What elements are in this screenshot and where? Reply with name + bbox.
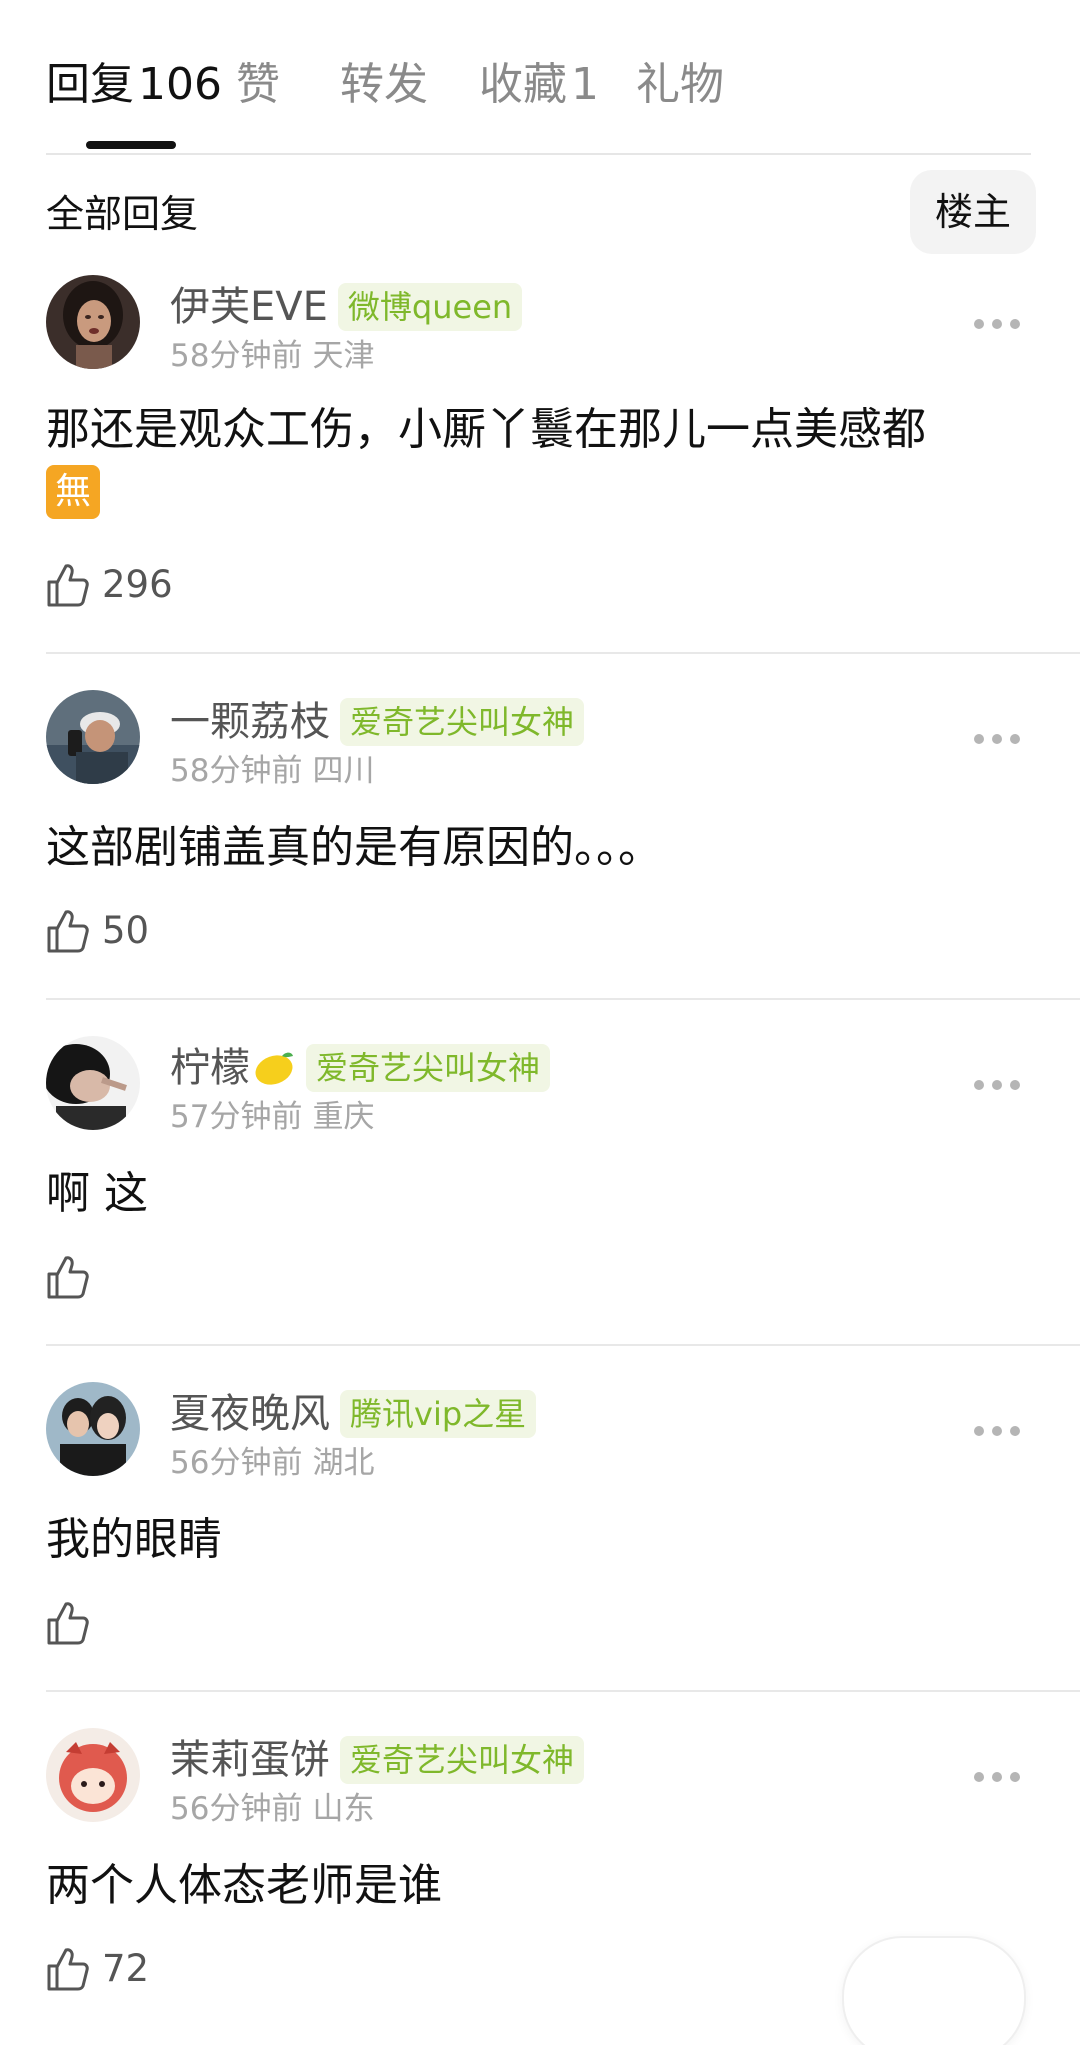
tab-gifts-label: 礼物: [636, 59, 724, 110]
comment-time: 56分钟前: [170, 1791, 303, 1827]
like-count: 50: [102, 909, 150, 952]
tab-likes[interactable]: 赞: [236, 55, 280, 115]
wu-emoji: 無: [46, 465, 100, 519]
lemon-emoji-icon: [255, 1052, 293, 1085]
tab-favorites[interactable]: 收藏1: [479, 55, 599, 115]
avatar-image: [46, 1036, 140, 1130]
avatar[interactable]: [46, 1382, 140, 1476]
comment-meta: 56分钟前 湖北: [170, 1443, 374, 1483]
floating-pill: [842, 1936, 1026, 2045]
comment-meta: 58分钟前 四川: [170, 751, 374, 791]
tab-likes-label: 赞: [236, 59, 280, 110]
like-button[interactable]: [46, 1252, 90, 1302]
more-dots-icon[interactable]: [972, 1421, 1022, 1441]
user-name[interactable]: 夏夜晚风: [170, 1387, 330, 1441]
user-badge[interactable]: 爱奇艺尖叫女神: [306, 1044, 551, 1092]
user-badge[interactable]: 爱奇艺尖叫女神: [340, 698, 585, 746]
thumbs-up-icon: [47, 564, 89, 607]
avatar[interactable]: [46, 1728, 140, 1822]
tab-replies-count: 106: [138, 59, 222, 110]
user-name[interactable]: 一颗荔枝: [170, 695, 330, 749]
comment-location: 天津: [312, 338, 375, 374]
user-name[interactable]: 柠檬: [170, 1041, 250, 1095]
avatar-image: [46, 275, 140, 369]
comment-header: 夏夜晚风 腾讯vip之星: [170, 1387, 537, 1441]
thumbs-up-icon: [47, 1256, 89, 1299]
comment-divider: [46, 652, 1080, 654]
comment-header: 一颗荔枝 爱奇艺尖叫女神: [170, 695, 585, 749]
avatar-image: [46, 1728, 140, 1822]
user-badge[interactable]: 爱奇艺尖叫女神: [340, 1736, 585, 1784]
user-badge[interactable]: 腾讯vip之星: [340, 1390, 537, 1438]
active-tab-indicator: [86, 141, 176, 149]
comment-text: 啊 这: [46, 1168, 148, 1219]
owner-filter-button[interactable]: 楼主: [910, 170, 1036, 254]
comment-time: 56分钟前: [170, 1445, 303, 1481]
comment-time: 58分钟前: [170, 753, 303, 789]
avatar-image: [46, 1382, 140, 1476]
thumbs-up-icon: [47, 1602, 89, 1645]
comment-time: 58分钟前: [170, 338, 303, 374]
user-badge[interactable]: 微博queen: [337, 283, 523, 331]
comment-time: 57分钟前: [170, 1099, 303, 1135]
comment-header: 茉莉蛋饼 爱奇艺尖叫女神: [170, 1733, 585, 1787]
tab-replies[interactable]: 回复106: [46, 55, 222, 115]
comment-text: 这部剧铺盖真的是有原因的。。。: [46, 822, 662, 873]
more-dots-icon[interactable]: [972, 729, 1022, 749]
avatar[interactable]: [46, 1036, 140, 1130]
tab-reposts-label: 转发: [340, 59, 428, 110]
comment-divider: [46, 998, 1080, 1000]
more-dots-icon[interactable]: [972, 1075, 1022, 1095]
avatar[interactable]: [46, 690, 140, 784]
comment-location: 山东: [312, 1791, 375, 1827]
comment-divider: [46, 1344, 1080, 1346]
tab-favorites-label: 收藏: [479, 59, 567, 110]
more-dots-icon[interactable]: [972, 1767, 1022, 1787]
like-count: 72: [102, 1947, 150, 1990]
comments-page: 回复106 赞 转发 收藏1 礼物 全部回复 楼主 伊芙EVE 微博queen …: [0, 0, 1080, 2045]
comment-divider: [46, 1690, 1080, 1692]
avatar[interactable]: [46, 275, 140, 369]
tab-replies-label: 回复: [46, 59, 134, 110]
like-button[interactable]: 296: [46, 560, 173, 610]
comment-location: 湖北: [312, 1445, 375, 1481]
comment-meta: 57分钟前 重庆: [170, 1097, 374, 1137]
comment-text-body: 那还是观众工伤，小厮丫鬟在那儿一点美感都: [46, 404, 926, 455]
like-count: 296: [102, 563, 173, 606]
like-button[interactable]: 72: [46, 1944, 149, 1994]
user-name[interactable]: 伊芙EVE: [170, 280, 328, 334]
comment-meta: 56分钟前 山东: [170, 1789, 374, 1829]
tab-favorites-count: 1: [571, 59, 599, 110]
tab-bar: 回复106 赞 转发 收藏1 礼物: [46, 55, 1031, 155]
avatar-image: [46, 690, 140, 784]
like-button[interactable]: 50: [46, 906, 149, 956]
comment-text: 两个人体态老师是谁: [46, 1860, 442, 1911]
more-dots-icon[interactable]: [972, 314, 1022, 334]
comment-location: 四川: [312, 753, 375, 789]
all-replies-title: 全部回复: [46, 192, 199, 236]
like-button[interactable]: [46, 1598, 90, 1648]
comment-text: 我的眼睛: [46, 1514, 222, 1565]
user-name[interactable]: 茉莉蛋饼: [170, 1733, 330, 1787]
comment-location: 重庆: [312, 1099, 375, 1135]
tab-reposts[interactable]: 转发: [340, 55, 428, 115]
comment-header: 伊芙EVE 微博queen: [170, 280, 523, 334]
comment-meta: 58分钟前 天津: [170, 336, 374, 376]
comment-header: 柠檬 爱奇艺尖叫女神: [170, 1041, 551, 1095]
tab-gifts[interactable]: 礼物: [636, 55, 724, 115]
comment-text: 那还是观众工伤，小厮丫鬟在那儿一点美感都 無: [46, 400, 1036, 520]
thumbs-up-icon: [47, 910, 89, 953]
thumbs-up-icon: [47, 1948, 89, 1991]
